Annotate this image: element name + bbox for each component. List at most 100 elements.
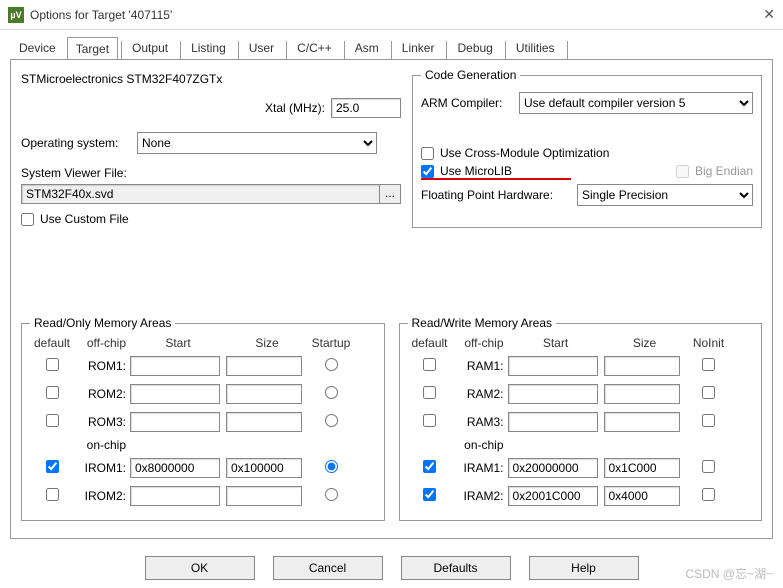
cross-module-checkbox[interactable] <box>421 147 434 160</box>
noinit-checkbox[interactable] <box>702 358 715 371</box>
size-input[interactable] <box>226 486 302 506</box>
tab-cpp[interactable]: C/C++ <box>288 36 341 59</box>
watermark: CSDN @忘~湖~ <box>685 565 773 582</box>
device-name: STMicroelectronics STM32F407ZGTx <box>21 72 222 86</box>
big-endian-checkbox <box>676 165 689 178</box>
size-input[interactable] <box>604 412 680 432</box>
start-input[interactable] <box>508 356 598 376</box>
size-input[interactable] <box>604 458 680 478</box>
memory-row: IRAM2: <box>408 482 754 510</box>
tab-listing[interactable]: Listing <box>182 36 235 59</box>
start-input[interactable] <box>130 486 220 506</box>
memory-row: RAM2: <box>408 380 754 408</box>
size-input[interactable] <box>226 384 302 404</box>
tab-strip: Device Target Output Listing User C/C++ … <box>0 30 783 59</box>
memory-row: ROM1: <box>30 352 376 380</box>
memory-label: IROM1: <box>74 461 130 475</box>
arm-compiler-select[interactable]: Use default compiler version 5 <box>519 92 753 114</box>
size-input[interactable] <box>226 458 302 478</box>
default-checkbox[interactable] <box>46 358 59 371</box>
cancel-button[interactable]: Cancel <box>273 556 383 580</box>
default-checkbox[interactable] <box>423 488 436 501</box>
arm-compiler-label: ARM Compiler: <box>421 96 513 110</box>
size-input[interactable] <box>226 356 302 376</box>
tab-asm[interactable]: Asm <box>346 36 388 59</box>
fph-select[interactable]: Single Precision <box>577 184 753 206</box>
xtal-label: Xtal (MHz): <box>265 101 325 115</box>
annotation-underline <box>421 178 571 180</box>
rw-memory-group: Read/Write Memory Areas default off-chip… <box>399 316 763 521</box>
defaults-button[interactable]: Defaults <box>401 556 511 580</box>
ro-legend: Read/Only Memory Areas <box>30 316 175 330</box>
noinit-checkbox[interactable] <box>702 488 715 501</box>
microlib-label: Use MicroLIB <box>440 164 512 178</box>
startup-radio[interactable] <box>325 414 338 427</box>
memory-row: IROM1: <box>30 454 376 482</box>
window-title: Options for Target '407115' <box>30 8 172 22</box>
start-input[interactable] <box>508 486 598 506</box>
memory-label: ROM1: <box>74 359 130 373</box>
startup-radio[interactable] <box>325 460 338 473</box>
svf-input[interactable] <box>21 184 380 204</box>
app-icon: µV <box>8 7 24 23</box>
memory-label: IRAM1: <box>452 461 508 475</box>
tab-target[interactable]: Target <box>67 37 118 60</box>
startup-radio[interactable] <box>325 386 338 399</box>
memory-row: IROM2: <box>30 482 376 510</box>
memory-label: RAM1: <box>452 359 508 373</box>
tab-linker[interactable]: Linker <box>393 36 444 59</box>
tab-utilities[interactable]: Utilities <box>507 36 564 59</box>
noinit-checkbox[interactable] <box>702 386 715 399</box>
size-input[interactable] <box>604 384 680 404</box>
default-checkbox[interactable] <box>423 386 436 399</box>
microlib-checkbox[interactable] <box>421 165 434 178</box>
tab-user[interactable]: User <box>240 36 283 59</box>
os-select[interactable]: None <box>137 132 377 154</box>
size-input[interactable] <box>604 356 680 376</box>
close-icon[interactable]: ✕ <box>763 6 775 23</box>
default-checkbox[interactable] <box>423 414 436 427</box>
size-input[interactable] <box>604 486 680 506</box>
start-input[interactable] <box>508 458 598 478</box>
size-input[interactable] <box>226 412 302 432</box>
start-input[interactable] <box>130 384 220 404</box>
memory-row: RAM1: <box>408 352 754 380</box>
memory-label: RAM2: <box>452 387 508 401</box>
noinit-checkbox[interactable] <box>702 460 715 473</box>
memory-row: RAM3: <box>408 408 754 436</box>
memory-label: IRAM2: <box>452 489 508 503</box>
xtal-input[interactable] <box>331 98 401 118</box>
memory-label: ROM2: <box>74 387 130 401</box>
tab-output[interactable]: Output <box>123 36 177 59</box>
noinit-checkbox[interactable] <box>702 414 715 427</box>
startup-radio[interactable] <box>325 358 338 371</box>
ro-memory-group: Read/Only Memory Areas default off-chip … <box>21 316 385 521</box>
start-input[interactable] <box>130 412 220 432</box>
memory-label: RAM3: <box>452 415 508 429</box>
memory-label: ROM3: <box>74 415 130 429</box>
svf-browse-button[interactable]: ... <box>379 184 401 204</box>
default-checkbox[interactable] <box>423 460 436 473</box>
cross-module-label: Use Cross-Module Optimization <box>440 146 609 160</box>
tab-debug[interactable]: Debug <box>448 36 501 59</box>
default-checkbox[interactable] <box>46 414 59 427</box>
default-checkbox[interactable] <box>46 488 59 501</box>
tab-device[interactable]: Device <box>10 36 65 59</box>
svf-label: System Viewer File: <box>21 166 127 180</box>
ok-button[interactable]: OK <box>145 556 255 580</box>
os-label: Operating system: <box>21 136 131 150</box>
start-input[interactable] <box>130 458 220 478</box>
startup-radio[interactable] <box>325 488 338 501</box>
use-custom-file-checkbox[interactable] <box>21 213 34 226</box>
memory-label: IROM2: <box>74 489 130 503</box>
help-button[interactable]: Help <box>529 556 639 580</box>
fph-label: Floating Point Hardware: <box>421 188 571 202</box>
memory-row: ROM2: <box>30 380 376 408</box>
start-input[interactable] <box>508 384 598 404</box>
default-checkbox[interactable] <box>46 386 59 399</box>
default-checkbox[interactable] <box>423 358 436 371</box>
start-input[interactable] <box>508 412 598 432</box>
memory-row: ROM3: <box>30 408 376 436</box>
start-input[interactable] <box>130 356 220 376</box>
default-checkbox[interactable] <box>46 460 59 473</box>
